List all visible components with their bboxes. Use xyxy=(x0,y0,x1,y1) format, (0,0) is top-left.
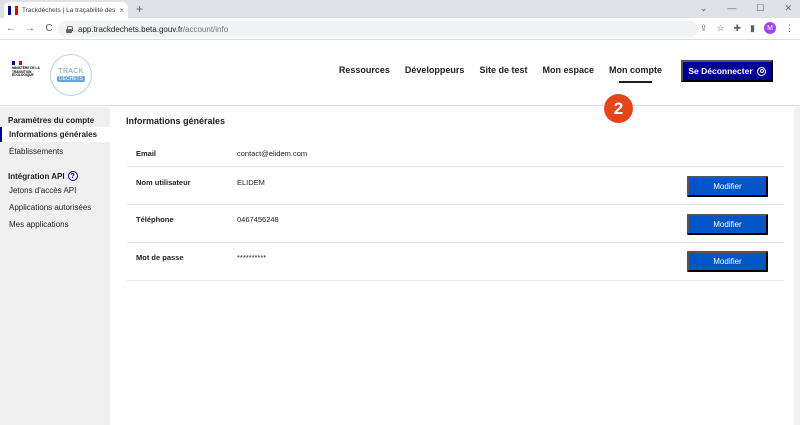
page-title: Informations générales xyxy=(126,116,226,126)
page-scrollbar[interactable] xyxy=(794,107,800,425)
modify-password-button[interactable]: Modifier xyxy=(687,251,768,272)
nav-developpeurs[interactable]: Développeurs xyxy=(405,65,465,79)
password-label: Mot de passe xyxy=(136,253,184,262)
sidebar-item-my-apps[interactable]: Mes applications xyxy=(0,217,110,232)
lock-icon xyxy=(66,25,73,33)
nav-ressources[interactable]: Ressources xyxy=(339,65,390,79)
browser-tab-bar: Trackdéchets | La traçabilité des d × + … xyxy=(0,0,800,18)
main-content: Informations générales Email contact@eli… xyxy=(110,107,800,425)
sidebar-item-authorized-apps[interactable]: Applications autorisées xyxy=(0,200,110,215)
logo-text-track: TRACK xyxy=(58,68,84,75)
help-icon[interactable]: ? xyxy=(67,171,78,181)
bookmark-star-icon[interactable]: ☆ xyxy=(716,23,724,34)
browser-tab[interactable]: Trackdéchets | La traçabilité des d × xyxy=(4,2,128,18)
modify-phone-button[interactable]: Modifier xyxy=(687,214,768,235)
sidebar-section-api: Intégration API ? xyxy=(0,171,110,181)
username-label: Nom utilisateur xyxy=(136,178,191,187)
modify-username-button[interactable]: Modifier xyxy=(687,176,768,197)
nav-mon-compte[interactable]: Mon compte xyxy=(609,65,662,83)
ministry-name: Ministère de la Transition Écologique xyxy=(12,66,40,78)
new-tab-icon[interactable]: + xyxy=(136,2,143,16)
main-navigation: Ressources Développeurs Site de test Mon… xyxy=(339,65,662,83)
tab-search-icon[interactable]: ⌄ xyxy=(700,2,708,14)
sidebar-item-establishments[interactable]: Établissements xyxy=(0,144,110,159)
share-icon[interactable]: ⇪ xyxy=(700,23,708,34)
account-info-table: Email contact@elidem.com Nom utilisateur… xyxy=(127,137,784,281)
phone-label: Téléphone xyxy=(136,215,174,224)
logout-button[interactable]: Se Déconnecter xyxy=(681,60,773,82)
extensions-icon[interactable]: ✚ xyxy=(734,23,742,34)
table-row: Nom utilisateur ELIDEM Modifier xyxy=(127,167,784,205)
sidebar-section-api-label: Intégration API xyxy=(8,171,65,181)
username-value: ELIDEM xyxy=(237,178,265,187)
tab-close-icon[interactable]: × xyxy=(119,6,124,15)
marianne-flag-icon xyxy=(12,61,22,65)
sidebar-item-api-tokens[interactable]: Jetons d'accès API xyxy=(0,183,110,198)
site-header: Ministère de la Transition Écologique TR… xyxy=(0,41,800,106)
minimize-icon[interactable]: — xyxy=(727,2,736,14)
phone-value: 0467456248 xyxy=(237,215,279,224)
trackdechets-logo[interactable]: TRACK DÉCHETS xyxy=(50,54,92,96)
url-path: /account/info xyxy=(182,24,229,34)
table-row: Téléphone 0467456248 Modifier xyxy=(127,205,784,243)
logo-text-dechets: DÉCHETS xyxy=(57,76,85,82)
back-icon[interactable]: ← xyxy=(3,23,19,34)
nav-site-de-test[interactable]: Site de test xyxy=(479,65,527,79)
forward-icon[interactable]: → xyxy=(22,23,38,34)
step-number-badge: 2 xyxy=(604,94,633,123)
table-row: Mot de passe ********** Modifier xyxy=(127,243,784,281)
profile-avatar[interactable]: M xyxy=(764,22,776,34)
tab-title: Trackdéchets | La traçabilité des d xyxy=(22,6,117,14)
nav-mon-espace[interactable]: Mon espace xyxy=(542,65,594,79)
reload-icon[interactable]: C xyxy=(41,23,57,34)
maximize-icon[interactable]: ☐ xyxy=(756,2,764,14)
french-flag-favicon-icon xyxy=(8,5,18,15)
window-controls: ⌄ — ☐ ✕ xyxy=(700,2,792,14)
sidebar-item-general-info[interactable]: Informations générales xyxy=(0,127,110,142)
ministry-logo[interactable]: Ministère de la Transition Écologique xyxy=(12,61,42,78)
email-label: Email xyxy=(136,149,157,158)
side-panel-icon[interactable]: ▮ xyxy=(750,23,755,34)
address-bar[interactable]: app.trackdechets.beta.gouv.fr /account/i… xyxy=(58,21,698,37)
email-value: contact@elidem.com xyxy=(237,149,308,158)
sidebar-section-account-settings: Paramètres du compte xyxy=(8,116,95,125)
table-row: Email contact@elidem.com xyxy=(127,137,784,167)
browser-toolbar: ← → C app.trackdechets.beta.gouv.fr /acc… xyxy=(0,18,800,40)
url-host: app.trackdechets.beta.gouv.fr xyxy=(78,24,183,34)
logout-label: Se Déconnecter xyxy=(688,66,753,76)
user-circle-icon xyxy=(756,66,766,76)
close-window-icon[interactable]: ✕ xyxy=(784,2,792,14)
account-sidebar: Paramètres du compte Informations généra… xyxy=(0,107,110,425)
menu-kebab-icon[interactable]: ⋮ xyxy=(785,23,794,34)
password-value: ********** xyxy=(237,253,267,262)
toolbar-actions: ⇪ ☆ ✚ ▮ M ⋮ xyxy=(700,22,794,34)
